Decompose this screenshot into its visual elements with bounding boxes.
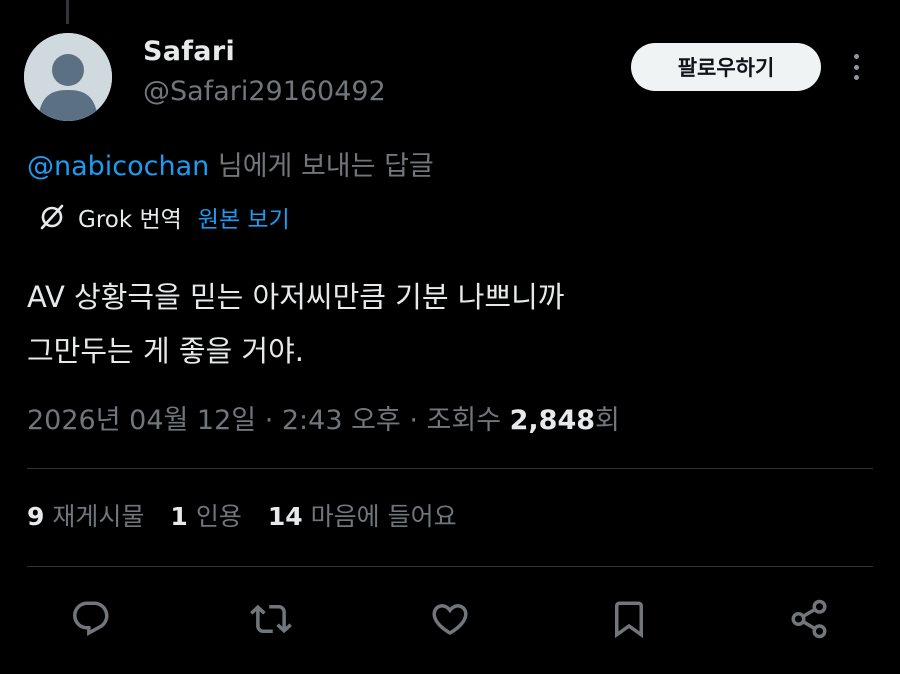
translation-row: Grok 번역 원본 보기 <box>38 200 290 234</box>
author-display-name[interactable]: Safari <box>143 36 235 67</box>
reposts-stat[interactable]: 9 재게시물 <box>27 497 144 533</box>
repost-button[interactable] <box>248 596 294 642</box>
reply-button[interactable] <box>68 596 114 642</box>
reply-icon <box>73 601 109 637</box>
reposts-count: 9 <box>27 502 45 531</box>
reply-mention-link[interactable]: @nabicochan <box>27 151 209 182</box>
grok-icon <box>38 203 66 231</box>
bookmark-icon <box>615 601 643 639</box>
default-avatar-icon <box>24 33 112 121</box>
thread-connector-line <box>66 0 69 24</box>
divider <box>27 468 873 469</box>
views-count: 2,848 <box>509 405 596 436</box>
tweet-text-line: AV 상황극을 믿는 아저씨만큼 기분 나쁘니까 <box>27 280 565 314</box>
tweet-date[interactable]: 2026년 04월 12일 <box>27 405 256 436</box>
bookmark-button[interactable] <box>606 596 652 642</box>
like-button[interactable] <box>427 596 473 642</box>
divider <box>27 566 873 567</box>
likes-count: 14 <box>267 502 303 531</box>
tweet-time[interactable]: 2:43 오후 <box>282 405 401 436</box>
quotes-stat[interactable]: 1 인용 <box>170 497 241 533</box>
share-button[interactable] <box>786 596 832 642</box>
tweet-text-line: 그만두는 게 좋을 거야. <box>27 334 304 368</box>
repost-icon <box>250 604 292 634</box>
views-suffix: 회 <box>595 405 620 436</box>
grok-translate-label: Grok 번역 <box>78 207 182 233</box>
like-icon <box>432 604 468 636</box>
share-icon <box>791 599 827 639</box>
quotes-label: 인용 <box>195 502 242 531</box>
action-bar <box>0 596 900 642</box>
views-label: 조회수 <box>426 405 510 436</box>
likes-stat[interactable]: 14 마음에 들어요 <box>268 497 457 533</box>
quotes-count: 1 <box>170 502 188 531</box>
follow-button[interactable]: 팔로우하기 <box>631 43 821 91</box>
reply-context-suffix: 님에게 보내는 답글 <box>209 151 434 182</box>
more-options-icon[interactable] <box>846 50 866 84</box>
meta-separator: · <box>256 405 282 436</box>
reposts-label: 재게시물 <box>52 502 145 531</box>
author-handle[interactable]: @Safari29160492 <box>143 76 386 107</box>
avatar[interactable] <box>24 33 112 121</box>
meta-separator: · <box>400 405 427 436</box>
tweet-text: AV 상황극을 믿는 아저씨만큼 기분 나쁘니까 그만두는 게 좋을 거야. <box>27 270 867 378</box>
engagement-stats: 9 재게시물 1 인용 14 마음에 들어요 <box>27 497 483 533</box>
likes-label: 마음에 들어요 <box>310 502 457 531</box>
reply-context: @nabicochan 님에게 보내는 답글 <box>27 144 434 183</box>
tweet-meta: 2026년 04월 12일 · 2:43 오후 · 조회수 2,848회 <box>27 398 620 437</box>
show-original-link[interactable]: 원본 보기 <box>198 200 290 234</box>
